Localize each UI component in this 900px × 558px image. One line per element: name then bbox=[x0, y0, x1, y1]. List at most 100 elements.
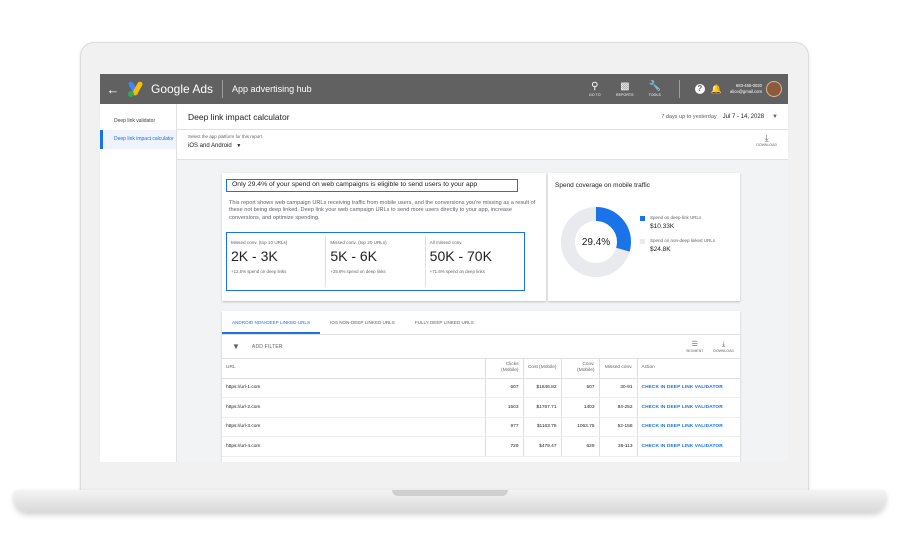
coverage-donut-chart: 29.4% bbox=[561, 207, 631, 277]
wrench-icon: 🔧 bbox=[648, 81, 662, 92]
filter-icon[interactable]: ▼ bbox=[232, 342, 240, 351]
add-filter-button[interactable]: ADD FILTER bbox=[252, 344, 283, 350]
metric-label: All missed conv. bbox=[429, 240, 463, 245]
table-row: https://url-4.com 729 $479.47 629 38-113… bbox=[222, 436, 740, 457]
goto-button[interactable]: ⚲ GO TO bbox=[585, 81, 605, 97]
metric-top-20: Missed conv. (top 20 URLs) 5K - 6K +25.9… bbox=[326, 236, 426, 287]
top-app-bar: ← Google Ads App advertising hub ⚲ GO TO… bbox=[100, 74, 788, 104]
cell-missed-conv: 84-252 bbox=[599, 397, 638, 418]
cell-url: https://url-3.com bbox=[222, 417, 486, 437]
platform-selector-row: Select the app platform for this report … bbox=[177, 130, 788, 160]
cell-url: https://url-4.com bbox=[222, 436, 486, 457]
donut-center-label: 29.4% bbox=[582, 237, 610, 248]
url-tabs: ANDROID NON-DEEP LINKED URLS IOS NON-DEE… bbox=[222, 311, 740, 335]
date-range-selector[interactable]: 7 days up to yesterday Jul 7 - 14, 2028 … bbox=[661, 114, 778, 120]
platform-label: Select the app platform for this report bbox=[188, 134, 263, 139]
metric-subtext: +71.6% spend on deep links bbox=[429, 269, 485, 274]
dropdown-arrow-icon: ▼ bbox=[236, 143, 242, 149]
reports-button[interactable]: ▩ REPORTS bbox=[615, 81, 635, 97]
cell-conversions: 507 bbox=[561, 378, 600, 398]
coverage-legend: Spend on deep-link URLs $10.33K Spend on… bbox=[640, 215, 715, 261]
tab-android-non-deep-linked[interactable]: ANDROID NON-DEEP LINKED URLS bbox=[222, 311, 321, 334]
tab-fully-deep-linked[interactable]: FULLY DEEP LINKED URLS bbox=[405, 311, 484, 334]
notifications-icon[interactable]: 🔔 bbox=[711, 84, 722, 95]
urls-table-card: ANDROID NON-DEEP LINKED URLS IOS NON-DEE… bbox=[222, 311, 740, 462]
legend-value: $24.8K bbox=[650, 246, 671, 253]
column-header-cost[interactable]: Cost (Mobile) bbox=[523, 359, 562, 379]
main-content: Only 29.4% of your spend on web campaign… bbox=[177, 160, 788, 462]
download-icon: ⤓ bbox=[764, 133, 769, 143]
page-header: Deep link impact calculator 7 days up to… bbox=[177, 104, 788, 130]
segment-icon: ☰ bbox=[691, 341, 698, 348]
column-header-url[interactable]: URL bbox=[222, 359, 486, 379]
column-header-missed-conv[interactable]: Missed conv. bbox=[599, 359, 638, 379]
legend-swatch bbox=[640, 216, 645, 221]
column-header-clicks[interactable]: Clicks (Mobile) bbox=[485, 359, 524, 379]
metric-label: Missed conv. (top 10 URLs) bbox=[231, 240, 288, 245]
laptop-notch bbox=[392, 490, 508, 496]
back-arrow-icon[interactable]: ← bbox=[100, 82, 126, 97]
sidebar-item-deep-link-validator[interactable]: Deep link validator bbox=[100, 112, 176, 130]
impact-description: This report shows web campaign URLs rece… bbox=[229, 200, 536, 221]
metric-value: 5K - 6K bbox=[330, 248, 378, 264]
metric-subtext: +25.9% spend on deep links bbox=[330, 269, 386, 274]
header-tools: ⚲ GO TO ▩ REPORTS 🔧 TOOLS ? 🔔 683-455-00… bbox=[580, 80, 788, 98]
tools-label: TOOLS bbox=[648, 93, 661, 97]
tab-ios-non-deep-linked[interactable]: IOS NON-DEEP LINKED URLS bbox=[320, 311, 405, 334]
impact-headline: Only 29.4% of your spend on web campaign… bbox=[226, 179, 518, 192]
cell-cost: $1846.82 bbox=[523, 378, 562, 398]
spend-coverage-card: Spend coverage on mobile traffic 29.4% S… bbox=[548, 173, 740, 301]
cell-conversions: 1403 bbox=[561, 397, 600, 418]
legend-name: Spend on non-deep linked URLs bbox=[650, 238, 716, 243]
check-validator-link[interactable]: CHECK IN DEEP LINK VALIDATOR bbox=[637, 378, 740, 398]
check-validator-link[interactable]: CHECK IN DEEP LINK VALIDATOR bbox=[637, 436, 740, 457]
cell-missed-conv: 30-91 bbox=[599, 378, 638, 398]
account-email: alice@gmail.com bbox=[730, 89, 762, 94]
metric-value: 50K - 70K bbox=[429, 248, 492, 264]
legend-item-non-deep-linked: Spend on non-deep linked URLs $24.8K bbox=[640, 238, 715, 253]
platform-value: iOS and Android bbox=[188, 143, 232, 149]
table-download-label: DOWNLOAD bbox=[713, 349, 734, 353]
avatar[interactable] bbox=[766, 81, 782, 97]
legend-swatch bbox=[640, 239, 645, 244]
download-icon: ⤓ bbox=[722, 341, 726, 348]
metric-top-10: Missed conv. (top 10 URLs) 2K - 3K +12.5… bbox=[227, 236, 327, 287]
download-button[interactable]: ⤓ DOWNLOAD bbox=[756, 133, 777, 147]
account-info[interactable]: 683-455-0020 alice@gmail.com bbox=[730, 83, 762, 95]
table-row: https://url-1.com 607 $1846.82 507 30-91… bbox=[222, 378, 740, 398]
cell-conversions: 1063.75 bbox=[561, 417, 600, 437]
goto-label: GO TO bbox=[589, 93, 601, 97]
column-header-conversions[interactable]: Conv. (Mobile) bbox=[561, 359, 600, 379]
cell-missed-conv: 52-158 bbox=[599, 417, 638, 437]
table-download-button[interactable]: ⤓ DOWNLOAD bbox=[713, 340, 734, 353]
cell-cost: $1767.71 bbox=[523, 397, 562, 418]
tools-button[interactable]: 🔧 TOOLS bbox=[645, 81, 665, 97]
page-title: Deep link impact calculator bbox=[188, 111, 290, 122]
sidebar-item-deep-link-impact-calculator[interactable]: Deep link impact calculator bbox=[100, 130, 176, 149]
check-validator-link[interactable]: CHECK IN DEEP LINK VALIDATOR bbox=[637, 417, 740, 437]
cell-conversions: 629 bbox=[561, 436, 600, 457]
date-range-label: 7 days up to yesterday bbox=[661, 113, 717, 120]
table-header-row: URL Clicks (Mobile) Cost (Mobile) Conv. … bbox=[222, 359, 740, 379]
legend-value: $10.33K bbox=[650, 223, 675, 230]
reports-icon: ▩ bbox=[620, 81, 630, 92]
metric-subtext: +12.5% spend on deep links bbox=[231, 269, 287, 274]
platform-dropdown[interactable]: iOS and Android ▼ bbox=[188, 143, 241, 149]
legend-name: Spend on deep-link URLs bbox=[650, 215, 702, 220]
tools-divider bbox=[678, 80, 680, 98]
impact-summary-card: Only 29.4% of your spend on web campaign… bbox=[222, 173, 546, 301]
segment-label: SEGMENT bbox=[686, 349, 704, 353]
segment-button[interactable]: ☰ SEGMENT bbox=[686, 340, 703, 353]
table-row: https://url-2.com 1503 $1767.71 1403 84-… bbox=[222, 397, 740, 418]
cell-clicks: 729 bbox=[485, 436, 524, 457]
column-header-action: Action bbox=[637, 359, 740, 379]
filter-bar: ▼ ADD FILTER ☰ SEGMENT ⤓ DOWNLOAD bbox=[222, 335, 740, 359]
search-icon: ⚲ bbox=[591, 81, 599, 92]
metric-all: All missed conv. 50K - 70K +71.6% spend … bbox=[426, 236, 524, 287]
check-validator-link[interactable]: CHECK IN DEEP LINK VALIDATOR bbox=[637, 397, 740, 418]
metric-label: Missed conv. (top 20 URLs) bbox=[330, 240, 387, 245]
help-icon[interactable]: ? bbox=[694, 84, 705, 94]
app-screen: ← Google Ads App advertising hub ⚲ GO TO… bbox=[100, 74, 788, 462]
coverage-title: Spend coverage on mobile traffic bbox=[555, 182, 650, 189]
table-row: https://url-3.com 977 $1163.75 1063.75 5… bbox=[222, 417, 740, 437]
